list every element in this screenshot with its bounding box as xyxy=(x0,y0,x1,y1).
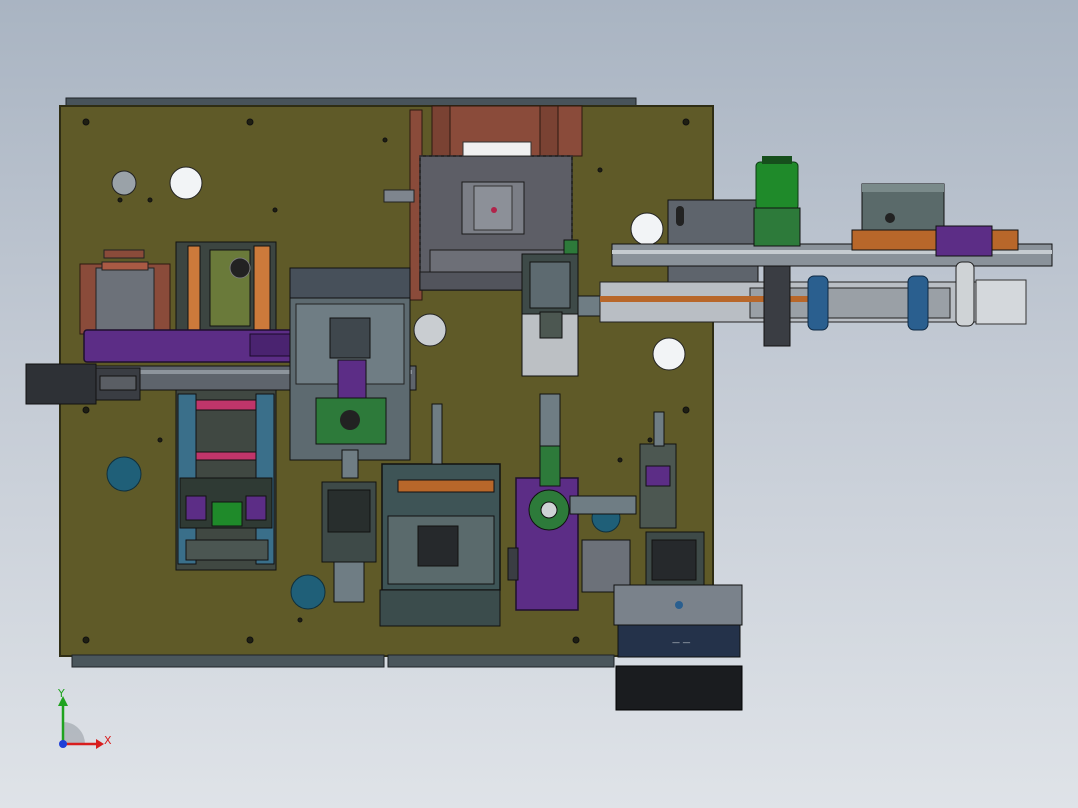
cad-part xyxy=(885,213,895,223)
triad-quadrant xyxy=(63,722,85,744)
cad-part xyxy=(653,411,665,447)
cad-part xyxy=(851,229,1019,251)
cad-part xyxy=(103,249,145,259)
x-axis-arrow xyxy=(96,739,104,749)
feeder-panel-label: — — xyxy=(672,638,691,647)
through-hole xyxy=(413,313,447,347)
cad-part xyxy=(581,539,631,593)
x-axis-label: X xyxy=(104,734,112,747)
cad-part xyxy=(862,184,944,192)
cad-part xyxy=(297,617,303,623)
cad-part xyxy=(651,539,697,581)
cad-part xyxy=(645,465,671,487)
cad-part xyxy=(327,489,371,533)
cad-part xyxy=(117,197,123,203)
coordinate-triad: Y X xyxy=(57,687,112,749)
cad-part xyxy=(82,636,90,644)
end-roller xyxy=(955,261,975,327)
servo-motor-left xyxy=(25,363,97,405)
cad-part xyxy=(379,589,501,627)
cad-part xyxy=(272,207,278,213)
blue-roller-2 xyxy=(907,275,929,331)
green-motor-body xyxy=(753,207,801,247)
cad-3d-viewport[interactable]: — — Y X xyxy=(0,0,1078,808)
cad-part xyxy=(99,375,137,391)
cad-part xyxy=(147,197,153,203)
teal-hole xyxy=(290,574,326,610)
cad-part xyxy=(341,449,359,479)
y-axis-label: Y xyxy=(57,687,65,700)
cad-part xyxy=(333,561,365,603)
gantry-white-cap xyxy=(462,141,532,157)
cad-part xyxy=(187,245,201,331)
cad-part xyxy=(95,267,155,331)
cad-part xyxy=(539,445,561,487)
cad-part xyxy=(682,406,690,414)
cad-part xyxy=(763,265,791,347)
green-motor-head xyxy=(755,161,799,211)
blue-roller-1 xyxy=(807,275,829,331)
cad-part xyxy=(246,118,254,126)
cad-part xyxy=(397,479,495,493)
cad-part xyxy=(253,245,271,331)
cad-part xyxy=(211,501,243,527)
feeder-box-bottom xyxy=(615,665,743,711)
cad-part xyxy=(195,399,257,411)
cad-part xyxy=(195,451,257,461)
cad-part xyxy=(157,437,163,443)
z-axis-dot xyxy=(59,740,67,748)
cad-part xyxy=(340,410,360,430)
cad-part xyxy=(935,225,993,257)
cad-part xyxy=(383,189,415,203)
cad-part xyxy=(762,156,792,164)
base-plate-bottom-rim xyxy=(71,654,385,668)
cad-part xyxy=(431,403,443,465)
cad-part xyxy=(676,206,684,226)
center-station xyxy=(289,267,411,479)
through-hole xyxy=(169,166,203,200)
cad-part xyxy=(540,501,558,519)
station-gripper xyxy=(329,317,371,359)
teal-hole xyxy=(106,456,142,492)
base-plate-bottom-rim-2 xyxy=(387,654,615,668)
cad-part xyxy=(569,495,637,515)
cad-part xyxy=(337,359,367,401)
cad-part xyxy=(975,279,1027,325)
cad-part xyxy=(617,457,623,463)
cad-part xyxy=(682,118,690,126)
cad-part xyxy=(82,118,90,126)
cad-part xyxy=(82,406,90,414)
cad-part xyxy=(647,437,653,443)
cad-part xyxy=(675,601,683,609)
cad-part xyxy=(572,636,580,644)
through-hole xyxy=(111,170,137,196)
cad-part xyxy=(185,539,269,561)
carriage-pin xyxy=(491,207,497,213)
cad-part xyxy=(229,257,251,279)
cad-part xyxy=(507,547,519,581)
through-hole xyxy=(652,337,686,371)
cad-part xyxy=(101,261,149,271)
cad-part xyxy=(529,261,571,309)
cad-part xyxy=(185,495,207,521)
cad-part xyxy=(597,167,603,173)
cad-part xyxy=(382,137,388,143)
cad-part xyxy=(539,311,563,339)
cad-part xyxy=(246,636,254,644)
through-hole xyxy=(630,212,664,246)
cad-part xyxy=(245,495,267,521)
index-motor xyxy=(417,525,459,567)
